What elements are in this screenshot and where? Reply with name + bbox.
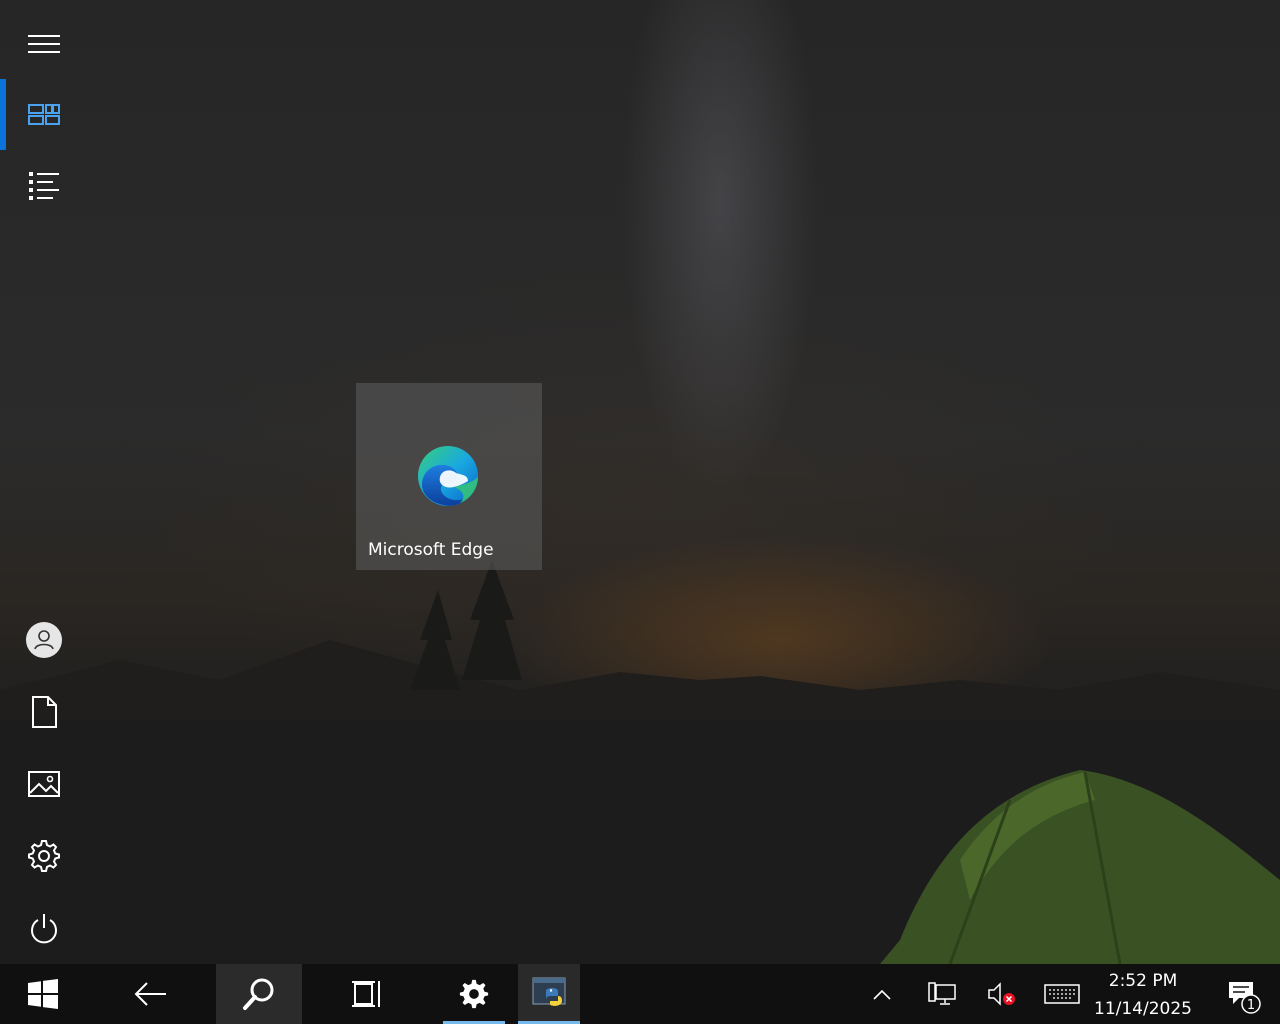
action-center-icon: 1 xyxy=(1229,982,1261,1014)
action-center-button[interactable]: 1 xyxy=(1212,964,1270,1024)
power-icon xyxy=(31,914,57,944)
hamburger-menu-icon xyxy=(28,35,60,53)
show-hidden-icons-button[interactable] xyxy=(862,964,902,1024)
all-apps-button[interactable] xyxy=(0,150,88,222)
expand-menu-button[interactable] xyxy=(0,8,88,80)
all-apps-list-icon xyxy=(29,172,59,200)
volume-button[interactable] xyxy=(980,964,1024,1024)
windows-start-icon xyxy=(28,979,58,1009)
user-avatar-icon xyxy=(26,622,62,658)
taskbar: 2:52 PM 11/14/2025 1 xyxy=(0,964,1280,1024)
tiles-view-button[interactable] xyxy=(0,78,88,150)
pictures-button[interactable] xyxy=(0,748,88,820)
desktop-screen: Microsoft Edge 2:52 PM 11/14/2025 1 xyxy=(0,0,1280,1024)
tile-label: Microsoft Edge xyxy=(368,540,494,560)
settings-button[interactable] xyxy=(0,820,88,892)
touch-keyboard-button[interactable] xyxy=(1040,964,1084,1024)
settings-gear-icon xyxy=(28,840,60,872)
documents-button[interactable] xyxy=(0,676,88,748)
python-app-icon xyxy=(532,977,566,1006)
wallpaper-landscape xyxy=(0,560,1280,964)
task-view-icon xyxy=(352,981,380,1007)
task-view-button[interactable] xyxy=(324,964,410,1024)
start-button[interactable] xyxy=(0,964,86,1024)
tile-microsoft-edge[interactable]: Microsoft Edge xyxy=(356,383,542,570)
taskbar-clock[interactable]: 2:52 PM 11/14/2025 xyxy=(1088,964,1198,1024)
start-sidebar xyxy=(0,0,88,964)
back-button[interactable] xyxy=(106,964,196,1024)
network-icon xyxy=(928,982,956,1005)
settings-app-icon xyxy=(459,979,489,1009)
clock-time: 2:52 PM xyxy=(1108,971,1178,991)
search-icon xyxy=(243,978,274,1010)
touch-keyboard-icon xyxy=(1044,984,1080,1004)
search-button[interactable] xyxy=(216,964,302,1024)
network-button[interactable] xyxy=(920,964,964,1024)
power-button[interactable] xyxy=(0,892,88,964)
edge-logo-icon xyxy=(418,446,478,506)
volume-muted-icon xyxy=(988,982,1015,1006)
documents-icon xyxy=(32,696,57,728)
desktop-wallpaper xyxy=(0,0,1280,964)
show-hidden-icons-chevron xyxy=(873,989,891,1000)
clock-date: 11/14/2025 xyxy=(1094,999,1192,1019)
notification-count: 1 xyxy=(1247,998,1255,1013)
taskbar-app-python[interactable] xyxy=(518,964,580,1024)
user-account-button[interactable] xyxy=(0,604,88,676)
tiles-view-icon xyxy=(28,104,60,125)
taskbar-app-settings[interactable] xyxy=(443,964,505,1024)
pictures-icon xyxy=(28,771,60,797)
back-arrow-icon xyxy=(134,982,166,1006)
